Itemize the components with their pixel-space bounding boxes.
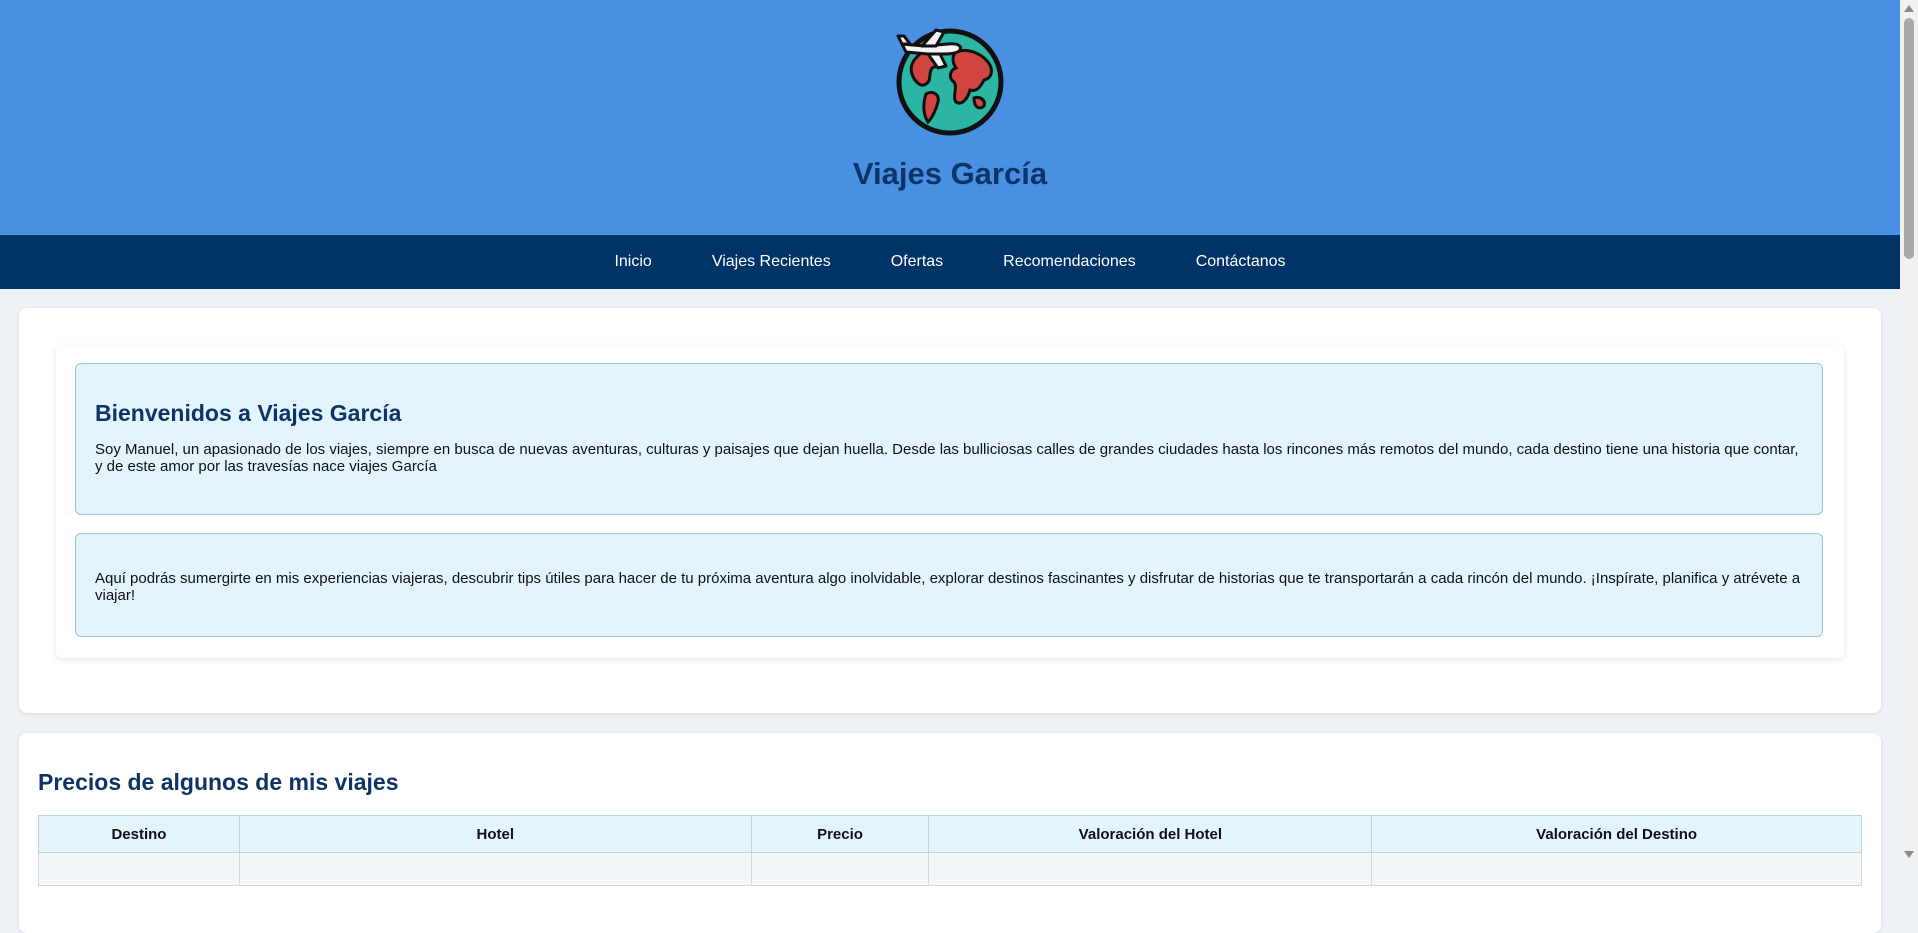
table-cell (1371, 852, 1862, 886)
intro-box: Bienvenidos a Viajes García Soy Manuel, … (75, 363, 1823, 515)
column-header-destino: Destino (38, 815, 240, 853)
column-header-valoracion-hotel: Valoración del Hotel (928, 815, 1373, 853)
price-table: Destino Hotel Precio Valoración del Hote… (38, 815, 1862, 886)
table-cell (928, 852, 1373, 886)
scroll-down-arrow-icon[interactable] (1904, 851, 1914, 858)
nav-item-ofertas[interactable]: Ofertas (891, 253, 943, 271)
invite-box: Aquí podrás sumergirte en mis experienci… (75, 533, 1823, 637)
scroll-up-arrow-icon[interactable] (1904, 5, 1914, 12)
site-header: Viajes García (0, 0, 1900, 235)
main-nav: Inicio Viajes Recientes Ofertas Recomend… (0, 235, 1900, 289)
nav-item-inicio[interactable]: Inicio (614, 253, 651, 271)
column-header-precio: Precio (750, 815, 930, 853)
welcome-heading: Bienvenidos a Viajes García (95, 400, 402, 426)
table-header-row: Destino Hotel Precio Valoración del Hote… (38, 815, 1862, 853)
prices-card: Precios de algunos de mis viajes Destino… (19, 733, 1881, 933)
nav-item-contactanos[interactable]: Contáctanos (1196, 253, 1286, 271)
site-title: Viajes García (852, 156, 1048, 191)
table-row (38, 852, 1862, 886)
table-cell (238, 852, 752, 886)
invite-paragraph: Aquí podrás sumergirte en mis experienci… (95, 570, 1801, 604)
globe-airplane-icon (896, 28, 1004, 136)
nav-item-recomendaciones[interactable]: Recomendaciones (1003, 253, 1136, 271)
vertical-scrollbar[interactable] (1900, 0, 1918, 863)
welcome-inner-panel: Bienvenidos a Viajes García Soy Manuel, … (56, 345, 1844, 658)
table-cell (38, 852, 240, 886)
table-cell (750, 852, 930, 886)
intro-paragraph: Soy Manuel, un apasionado de los viajes,… (95, 441, 1799, 475)
column-header-valoracion-destino: Valoración del Destino (1371, 815, 1862, 853)
page: Viajes García Inicio Viajes Recientes Of… (0, 0, 1900, 289)
scrollbar-thumb[interactable] (1904, 18, 1914, 259)
welcome-card: Bienvenidos a Viajes García Soy Manuel, … (19, 308, 1881, 713)
column-header-hotel: Hotel (238, 815, 752, 853)
nav-item-viajes-recientes[interactable]: Viajes Recientes (712, 253, 831, 271)
prices-heading: Precios de algunos de mis viajes (38, 769, 399, 795)
